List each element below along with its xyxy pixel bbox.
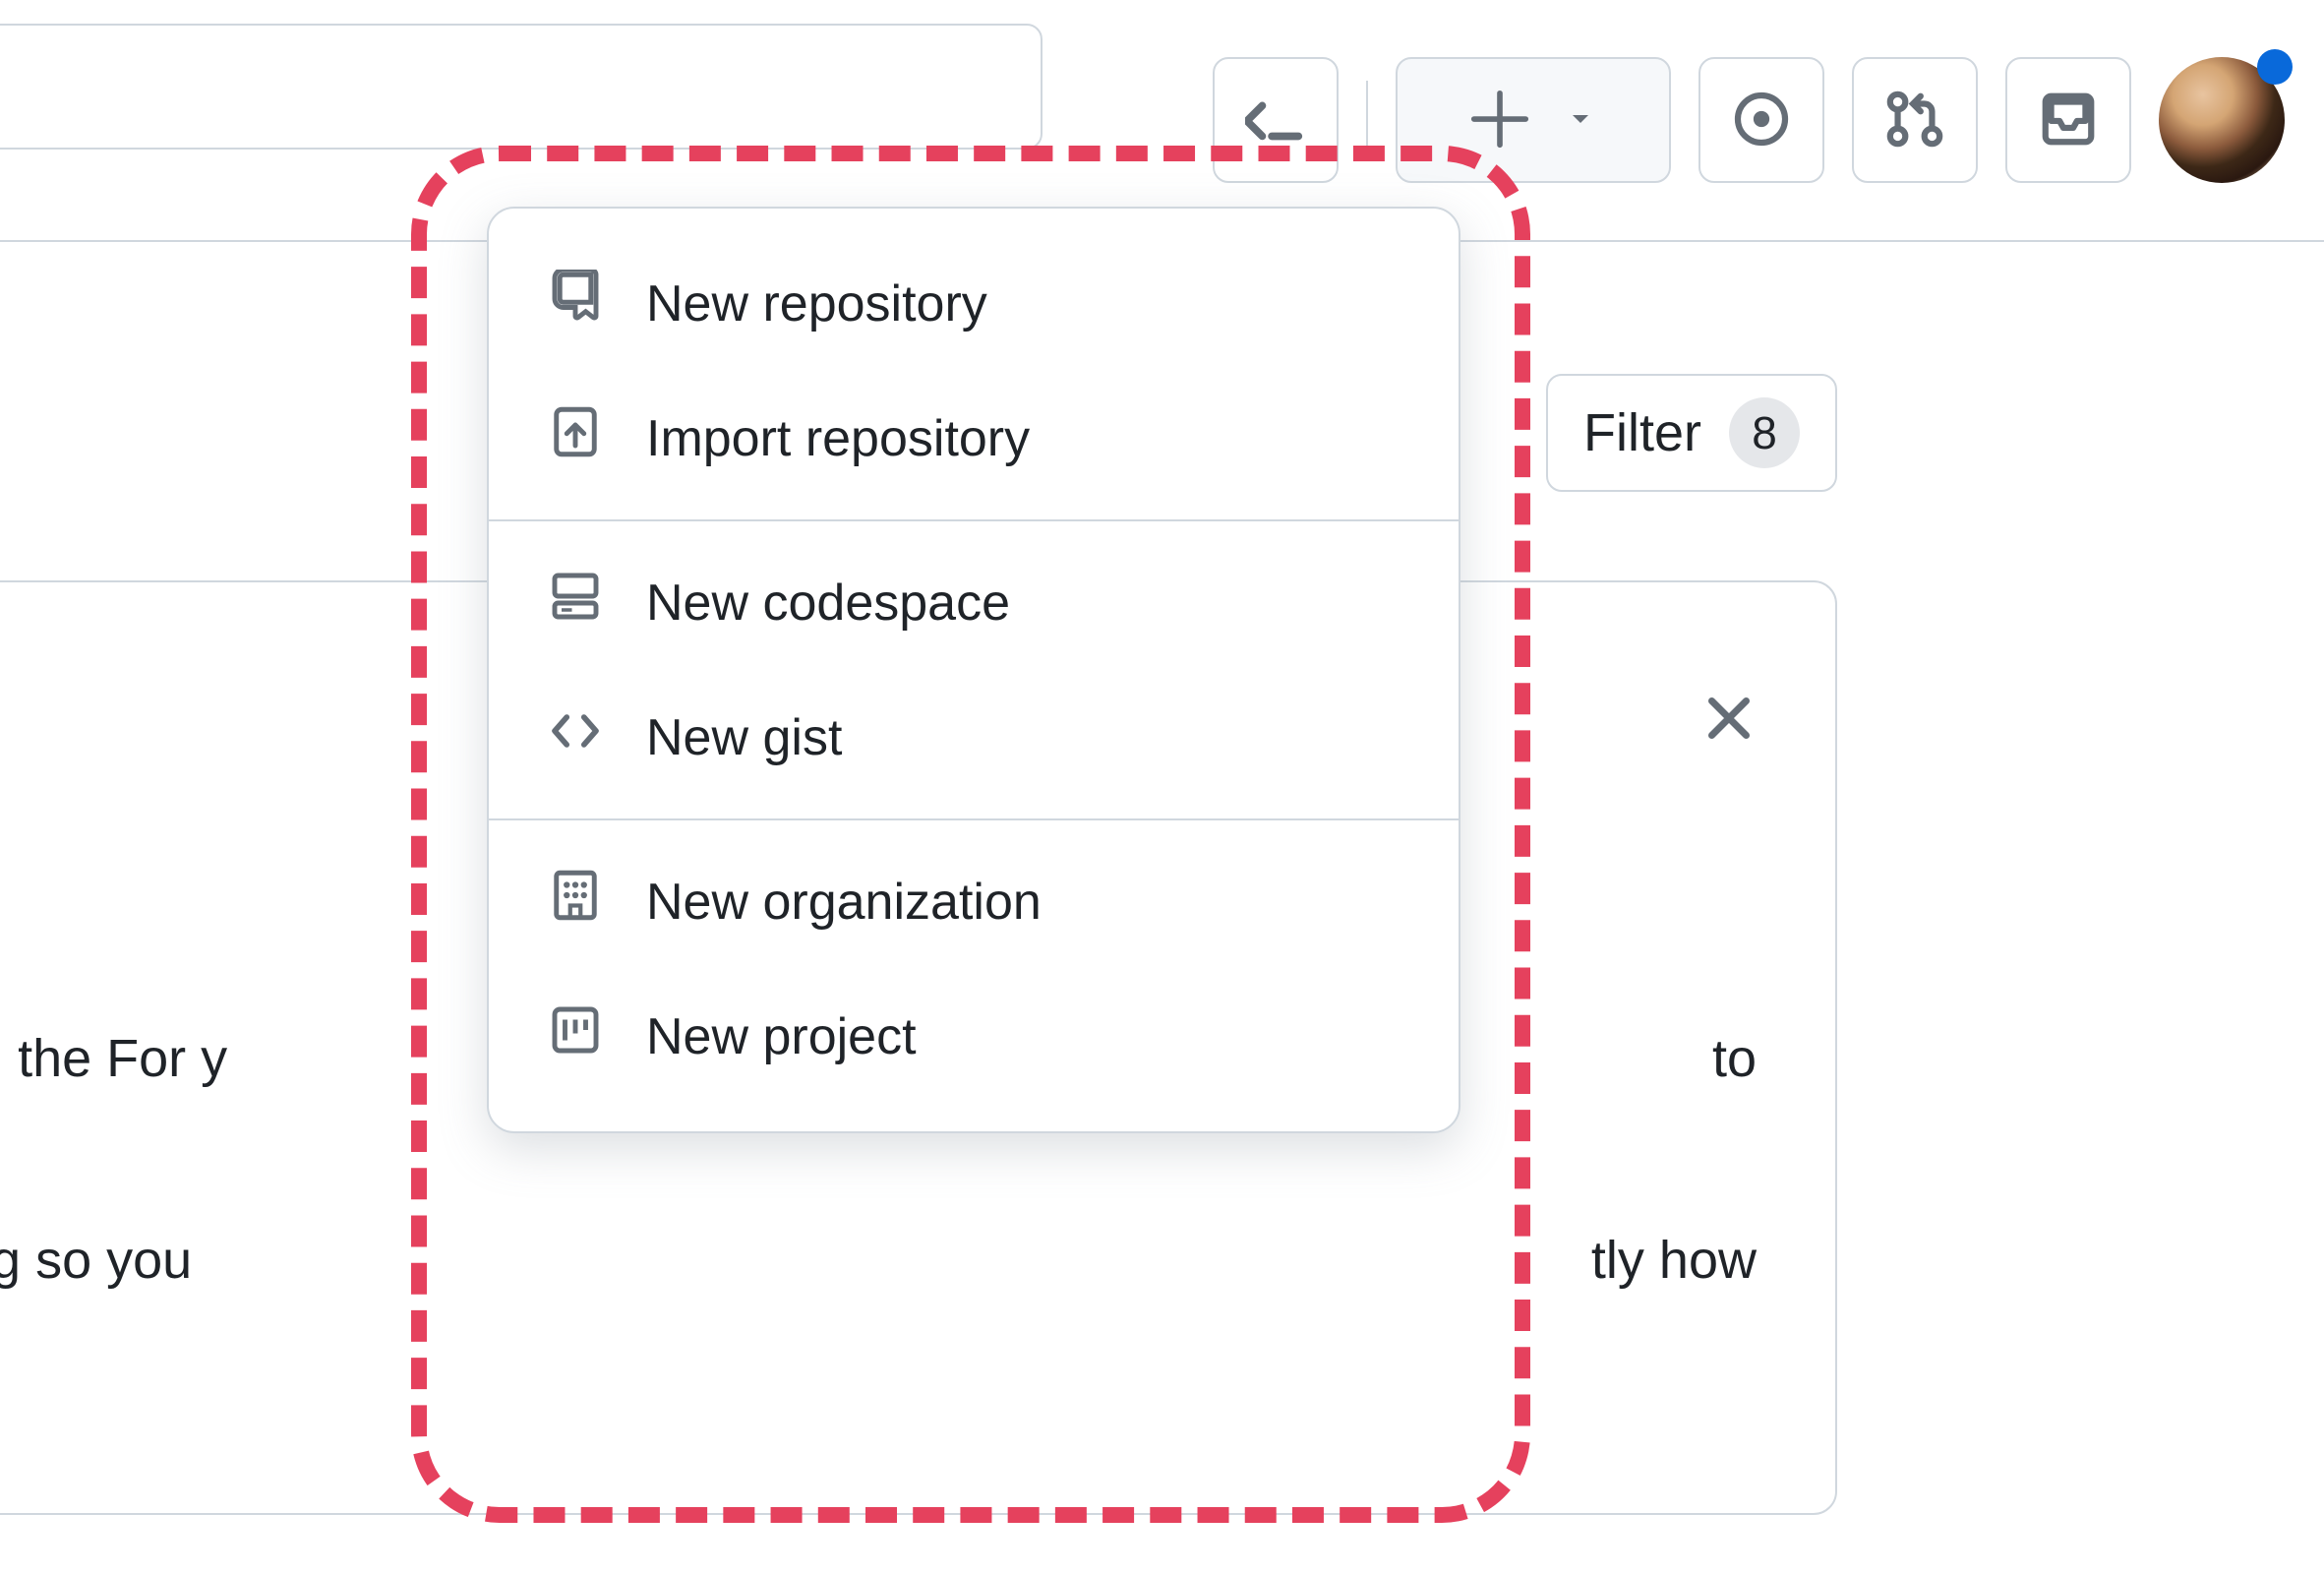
menu-item-label: New codespace [646, 574, 1010, 633]
menu-item-import-repository[interactable]: Import repository [489, 371, 1459, 506]
menu-item-new-gist[interactable]: New gist [489, 670, 1459, 805]
codespaces-icon [548, 569, 603, 636]
x-icon [1701, 733, 1757, 750]
terminal-icon [1245, 89, 1306, 152]
menu-item-label: New gist [646, 708, 842, 767]
notifications-button[interactable] [2005, 57, 2131, 183]
issue-opened-icon [1731, 89, 1792, 152]
create-menu-button[interactable] [1396, 57, 1671, 183]
plus-icon [1470, 90, 1529, 151]
menu-item-label: New organization [646, 873, 1042, 932]
triangle-down-icon [1565, 103, 1596, 138]
menu-item-label: New project [646, 1007, 917, 1066]
repo-icon [548, 270, 603, 337]
close-button[interactable] [1701, 691, 1757, 751]
pull-requests-button[interactable] [1852, 57, 1978, 183]
filter-button[interactable]: Filter 8 [1546, 374, 1837, 492]
filter-count-badge: 8 [1729, 397, 1800, 468]
search-input[interactable] [0, 24, 1043, 150]
code-icon [548, 703, 603, 771]
header-divider [1366, 81, 1368, 159]
menu-item-new-codespace[interactable]: New codespace [489, 535, 1459, 670]
inbox-icon [2038, 89, 2099, 152]
menu-item-label: Import repository [646, 409, 1030, 468]
menu-item-label: New repository [646, 274, 987, 333]
menu-separator [489, 818, 1459, 820]
create-menu-dropdown: New repository Import repository New cod… [487, 207, 1460, 1133]
repo-push-icon [548, 404, 603, 472]
filter-label: Filter [1583, 402, 1701, 463]
organization-icon [548, 868, 603, 936]
menu-separator [489, 519, 1459, 521]
command-palette-button[interactable] [1213, 57, 1339, 183]
notification-dot-icon [2257, 49, 2293, 85]
git-pull-request-icon [1884, 89, 1945, 152]
project-icon [548, 1002, 603, 1070]
menu-item-new-repository[interactable]: New repository [489, 236, 1459, 371]
menu-item-new-organization[interactable]: New organization [489, 834, 1459, 969]
menu-item-new-project[interactable]: New project [489, 969, 1459, 1104]
user-avatar[interactable] [2159, 57, 2285, 183]
issues-button[interactable] [1698, 57, 1824, 183]
